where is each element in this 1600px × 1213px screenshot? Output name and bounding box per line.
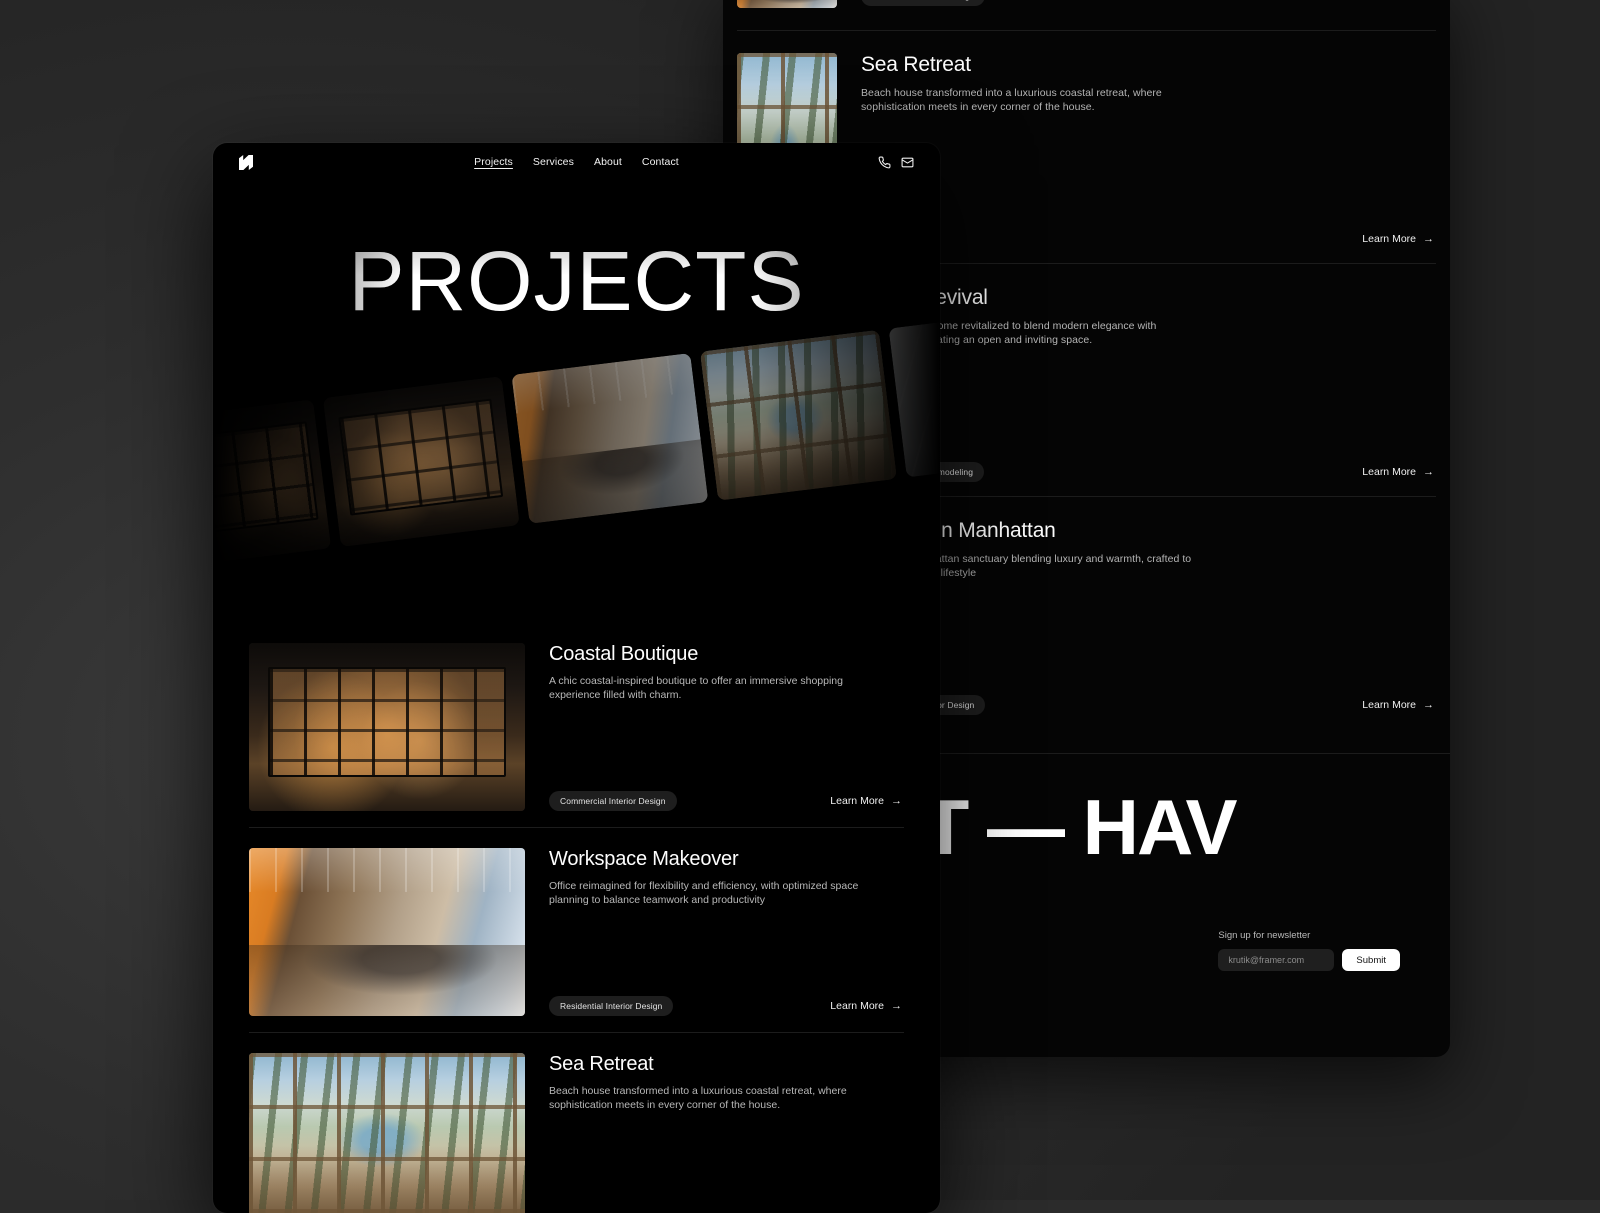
table-row[interactable]: Sea Retreat Beach house transformed into… xyxy=(249,1032,904,1213)
phone-icon[interactable] xyxy=(878,156,891,169)
table-row[interactable]: Coastal Boutique A chic coastal-inspired… xyxy=(249,623,904,827)
projects-list: Coastal Boutique A chic coastal-inspired… xyxy=(213,611,940,1213)
mail-icon[interactable] xyxy=(901,156,914,169)
foreground-browser-window[interactable]: Projects Services About Contact PROJECTS xyxy=(213,143,940,1213)
carousel-slide[interactable] xyxy=(511,353,708,524)
project-title: Workspace Makeover xyxy=(549,848,904,870)
project-thumbnail xyxy=(249,643,525,811)
newsletter-email-input[interactable] xyxy=(1218,949,1334,971)
project-description: Office reimagined for flexibility and ef… xyxy=(549,879,893,908)
nav-link-services[interactable]: Services xyxy=(533,156,574,168)
learn-more-label: Learn More xyxy=(830,795,884,807)
project-thumbnail xyxy=(737,0,837,8)
project-tag: Residential Interior Design xyxy=(549,996,673,1016)
arrow-right-icon: → xyxy=(891,796,902,807)
project-thumbnail xyxy=(249,848,525,1016)
hero-section: PROJECTS xyxy=(213,181,940,611)
table-row[interactable]: Residential Interior Design Learn More → xyxy=(737,0,1436,30)
arrow-right-icon: → xyxy=(1423,0,1434,2)
learn-more-link[interactable]: Learn More → xyxy=(1362,233,1434,245)
project-image xyxy=(249,643,525,811)
studio-logo-icon[interactable] xyxy=(239,155,253,170)
learn-more-link[interactable]: Learn More → xyxy=(830,795,902,807)
arrow-right-icon: → xyxy=(1423,700,1434,711)
learn-more-label: Learn More xyxy=(1362,0,1416,2)
project-tag: Residential Interior Design xyxy=(861,0,985,6)
project-title: Living Revival xyxy=(861,286,1436,309)
table-row[interactable]: Workspace Makeover Office reimagined for… xyxy=(249,827,904,1032)
project-tag: Commercial Interior Design xyxy=(549,791,677,811)
arrow-right-icon: → xyxy=(891,1001,902,1012)
arrow-right-icon: → xyxy=(1423,467,1434,478)
carousel-slide[interactable] xyxy=(323,376,520,547)
hero-image-carousel[interactable] xyxy=(213,320,940,643)
nav-links: Projects Services About Contact xyxy=(474,156,679,168)
carousel-slide[interactable] xyxy=(700,330,897,501)
learn-more-label: Learn More xyxy=(1362,699,1416,711)
learn-more-link[interactable]: Learn More → xyxy=(1362,0,1434,2)
project-title: Sea Retreat xyxy=(861,53,1436,76)
project-description: Beach house transformed into a luxurious… xyxy=(861,86,1201,114)
nav-link-projects[interactable]: Projects xyxy=(474,156,513,168)
page-title: PROJECTS xyxy=(213,239,940,323)
nav-link-about[interactable]: About xyxy=(594,156,622,168)
project-thumbnail xyxy=(249,1053,525,1213)
learn-more-link[interactable]: Learn More → xyxy=(1362,466,1434,478)
newsletter-label: Sign up for newsletter xyxy=(1218,930,1400,941)
arrow-right-icon: → xyxy=(1423,234,1434,245)
nav-link-contact[interactable]: Contact xyxy=(642,156,679,168)
learn-more-label: Learn More xyxy=(830,1000,884,1012)
project-title: Coastal Boutique xyxy=(549,643,904,665)
nav-contact-icons xyxy=(878,156,914,169)
project-title: Modern in Manhattan xyxy=(861,519,1436,542)
carousel-slide[interactable] xyxy=(213,399,331,564)
learn-more-label: Learn More xyxy=(1362,233,1416,245)
learn-more-link[interactable]: Learn More → xyxy=(1362,699,1434,711)
project-image xyxy=(737,0,837,8)
learn-more-link[interactable]: Learn More → xyxy=(830,1000,902,1012)
project-image xyxy=(249,848,525,1016)
learn-more-label: Learn More xyxy=(1362,466,1416,478)
carousel-slide[interactable] xyxy=(889,307,940,478)
project-title: Sea Retreat xyxy=(549,1053,904,1075)
site-navbar: Projects Services About Contact xyxy=(213,143,940,181)
newsletter-signup: Sign up for newsletter Submit xyxy=(1218,908,1400,1035)
project-description: Beach house transformed into a luxurious… xyxy=(549,1084,893,1113)
project-description: A chic coastal-inspired boutique to offe… xyxy=(549,674,893,703)
newsletter-submit-button[interactable]: Submit xyxy=(1342,949,1400,971)
project-image xyxy=(249,1053,525,1213)
